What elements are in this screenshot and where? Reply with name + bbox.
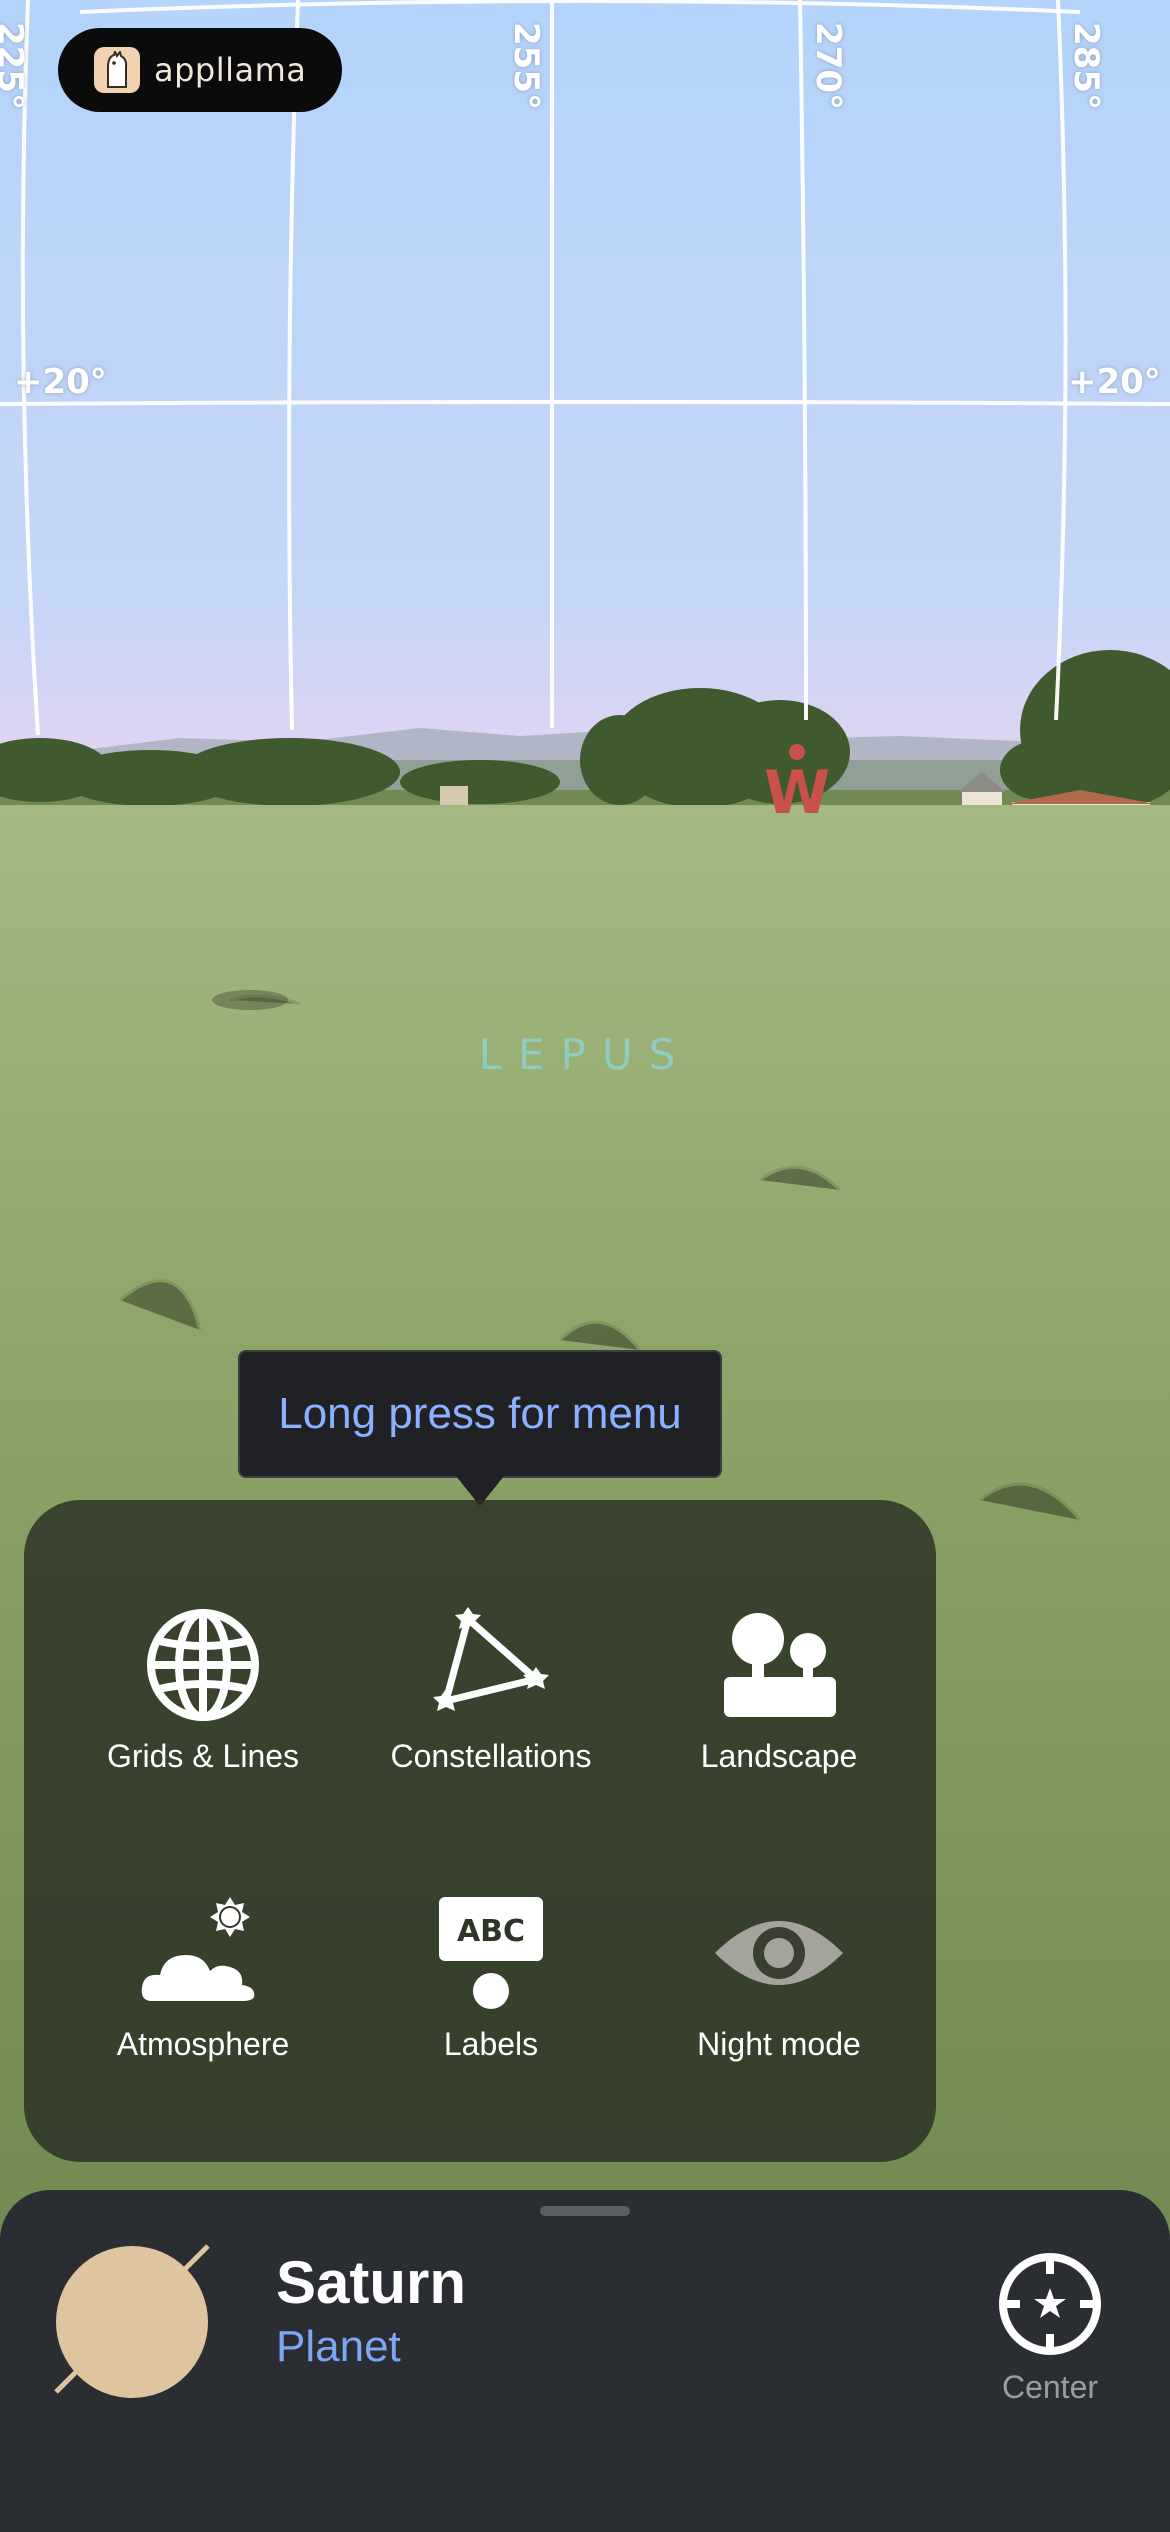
menu-item-label: Landscape <box>700 1738 858 1774</box>
globe-grid-icon <box>133 1600 273 1730</box>
brand-name: appllama <box>154 51 307 89</box>
toggle-grids-lines[interactable]: Grids & Lines <box>58 1600 348 1850</box>
svg-text:ABC: ABC <box>457 1914 525 1949</box>
abc-label-icon: ABC <box>421 1888 561 2018</box>
azimuth-label: 255° <box>506 22 546 110</box>
toggle-labels[interactable]: ABC Labels <box>346 1888 636 2138</box>
toggle-constellations[interactable]: Constellations <box>346 1600 636 1850</box>
sheet-grabber[interactable] <box>540 2206 630 2216</box>
object-type: Planet <box>276 2322 401 2371</box>
eye-icon <box>709 1888 849 2018</box>
llama-icon <box>94 47 140 93</box>
altitude-label: +20° <box>14 362 107 402</box>
center-button[interactable]: Center <box>980 2250 1120 2405</box>
toggle-landscape[interactable]: Landscape <box>634 1600 924 1850</box>
center-label: Center <box>1001 2369 1099 2405</box>
crosshair-star-icon <box>996 2250 1104 2363</box>
sky <box>0 0 1170 760</box>
brand-badge: appllama <box>58 28 342 112</box>
object-info-sheet[interactable]: Saturn Planet Center <box>0 2190 1170 2532</box>
altitude-label: +20° <box>1068 362 1161 402</box>
soil-patch <box>212 990 288 1010</box>
compass-letter: W <box>764 758 831 828</box>
tooltip-text: Long press for menu <box>278 1389 682 1438</box>
toggle-night-mode[interactable]: Night mode <box>634 1888 924 2138</box>
landscape-trees-icon <box>709 1600 849 1730</box>
azimuth-label: 225° <box>0 22 30 110</box>
long-press-tooltip: Long press for menu <box>238 1350 722 1478</box>
constellation-label[interactable]: LEPUS <box>0 1030 1170 1079</box>
constellation-icon <box>421 1600 561 1730</box>
menu-item-label: Atmosphere <box>116 2026 290 2062</box>
cloud-sun-icon <box>133 1888 273 2018</box>
saturn-icon <box>50 2236 220 2406</box>
compass-west-marker: W <box>764 744 830 828</box>
menu-item-label: Constellations <box>390 1738 592 1774</box>
menu-item-label: Night mode <box>697 2026 861 2062</box>
object-name: Saturn <box>276 2249 467 2316</box>
menu-item-label: Labels <box>443 2026 539 2062</box>
toggle-atmosphere[interactable]: Atmosphere <box>58 1888 348 2138</box>
menu-item-label: Grids & Lines <box>106 1738 300 1774</box>
azimuth-label: 270° <box>808 22 848 110</box>
azimuth-label: 285° <box>1066 22 1106 110</box>
quick-settings-panel: Grids & Lines Constellations Landscape A… <box>24 1500 936 2162</box>
